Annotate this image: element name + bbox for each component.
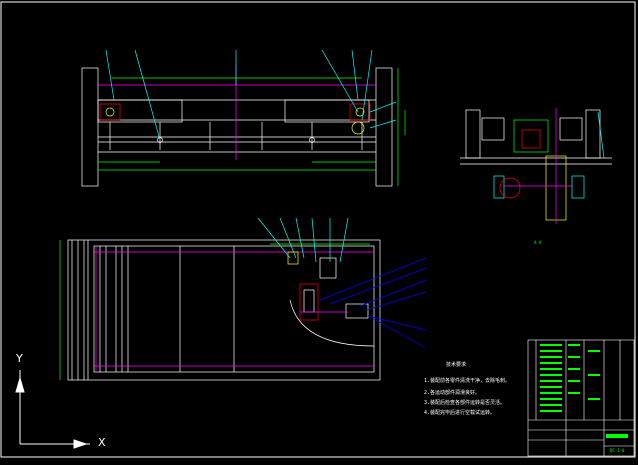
- ucs-icon: [15, 370, 90, 449]
- cad-drawing-canvas[interactable]: A-A: [0, 0, 638, 465]
- notes-heading: 技术要求: [446, 362, 467, 368]
- notes-line-2: 2.各运动部件润滑良好。: [424, 390, 481, 396]
- drawing-number: DC-1-0: [610, 448, 625, 453]
- ucs-x-label: X: [98, 436, 106, 449]
- notes-line-1: 1.装配前各零件清洗干净，去除毛刺。: [424, 378, 511, 384]
- plan-view: [59, 217, 427, 381]
- notes-line-4: 4.装配完毕后进行空载试运转。: [424, 410, 496, 416]
- notes-line-3: 3.装配后检查各部件运转是否灵活。: [424, 400, 506, 406]
- section-view-label: A-A: [534, 240, 542, 245]
- ucs-y-label: Y: [16, 352, 23, 365]
- drawing-border: [0, 1, 636, 458]
- front-view: [81, 49, 406, 187]
- side-view: [460, 108, 612, 224]
